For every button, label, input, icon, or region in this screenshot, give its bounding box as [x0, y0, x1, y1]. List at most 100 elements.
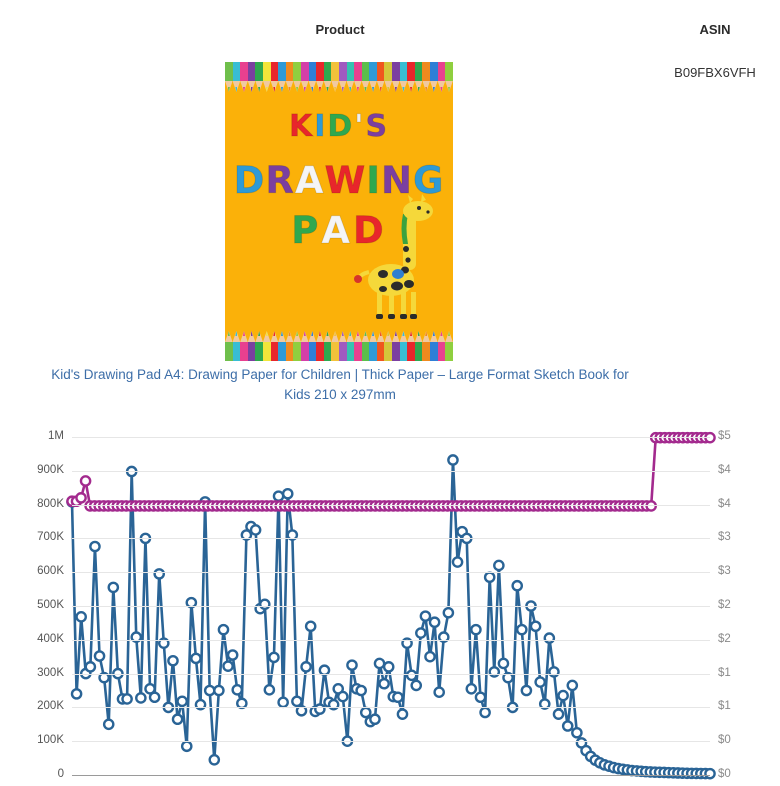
- pencil-icon: [407, 62, 415, 92]
- y-axis-left-tick: 300K: [37, 667, 64, 679]
- pencil-icon: [430, 62, 438, 92]
- series-marker: [93, 650, 106, 662]
- pencil-icon: [392, 62, 400, 92]
- pencil-icon: [308, 62, 317, 92]
- series-marker: [135, 692, 147, 704]
- book-cover-art: KID'S DRAWING PAD: [225, 62, 453, 361]
- y-axis-right-tick: $3: [718, 565, 731, 577]
- y-axis-left-tick: 0: [57, 768, 64, 780]
- y-axis-left-tick: 800K: [37, 498, 64, 510]
- series-marker: [359, 706, 372, 719]
- y-axis-right-tick: $0: [718, 734, 731, 746]
- series-marker: [465, 683, 478, 695]
- series-marker: [571, 726, 583, 739]
- table-header-row: Product ASIN: [0, 0, 780, 44]
- series-marker: [249, 524, 262, 536]
- series-marker: [382, 661, 395, 673]
- series-marker: [488, 666, 501, 678]
- pencil-icon: [232, 331, 241, 361]
- pencil-icon: [262, 331, 271, 361]
- pencil-icon: [270, 62, 279, 92]
- pencil-row-top-icon: [225, 62, 453, 92]
- series-marker: [548, 666, 560, 678]
- series-marker: [268, 651, 280, 664]
- pencil-icon: [240, 331, 248, 361]
- pencil-icon: [270, 331, 279, 361]
- pencil-icon: [414, 331, 423, 361]
- pencil-icon: [247, 62, 256, 92]
- y-axis-left-tick: 900K: [37, 464, 64, 476]
- series-marker: [272, 490, 285, 502]
- pencil-icon: [225, 331, 233, 361]
- series-marker: [511, 579, 524, 592]
- asin-value: B09FBX6VFH: [674, 65, 756, 80]
- pencil-icon: [278, 62, 286, 92]
- pencil-icon: [422, 331, 431, 361]
- series-marker: [516, 623, 528, 636]
- chart-gridline: [72, 471, 710, 472]
- y-axis-left-tick: 400K: [37, 633, 64, 645]
- pencil-icon: [445, 331, 453, 361]
- chart-gridline: [72, 741, 710, 742]
- series-marker: [410, 679, 423, 692]
- pencil-row-bottom-icon: [225, 331, 453, 361]
- pencil-icon: [308, 331, 317, 361]
- pencil-icon: [369, 62, 377, 92]
- product-title-link[interactable]: Kid's Drawing Pad A4: Drawing Paper for …: [40, 365, 640, 405]
- pencil-icon: [407, 331, 415, 361]
- chart-gridline: [72, 606, 710, 607]
- pencil-icon: [247, 331, 256, 361]
- chart-gridline: [72, 505, 710, 506]
- series-marker: [190, 652, 202, 665]
- series-marker: [107, 581, 120, 594]
- series-marker: [304, 620, 317, 633]
- series-marker: [258, 598, 271, 611]
- product-image[interactable]: KID'S DRAWING PAD: [225, 62, 453, 361]
- pencil-icon: [437, 62, 446, 92]
- y-axis-left-tick: 500K: [37, 599, 64, 611]
- series-marker: [520, 684, 533, 697]
- series-marker: [208, 753, 221, 766]
- series-marker: [552, 708, 565, 720]
- chart-gridline: [72, 674, 710, 675]
- pencil-icon: [414, 62, 423, 92]
- series-marker: [217, 623, 230, 636]
- pencil-icon: [392, 331, 400, 361]
- pencil-icon: [293, 331, 301, 361]
- series-marker: [121, 693, 133, 705]
- series-marker: [497, 657, 510, 670]
- giraffe-icon: [354, 194, 433, 319]
- series-marker: [392, 691, 404, 704]
- pencil-icon: [323, 62, 332, 92]
- pencil-icon: [430, 331, 438, 361]
- series-marker: [566, 679, 579, 692]
- pencil-icon: [445, 62, 453, 92]
- y-axis-right-tick: $1: [718, 667, 731, 679]
- pencil-icon: [437, 331, 446, 361]
- pencil-icon: [384, 62, 393, 92]
- pencil-icon: [262, 62, 271, 92]
- series-marker: [346, 659, 358, 671]
- series-marker: [226, 649, 239, 661]
- pencil-icon: [354, 62, 362, 92]
- pencil-icon: [399, 62, 408, 92]
- chart-gridline: [72, 538, 710, 539]
- pencil-icon: [346, 62, 355, 92]
- sales-rank-price-chart: 1M $5 900K $4 800K $4 700K $3 600K $3 500K $2 400K $2…: [0, 420, 780, 786]
- pencil-icon: [293, 62, 301, 92]
- chart-gridline: [72, 707, 710, 708]
- y-axis-left-tick: 200K: [37, 700, 64, 712]
- pencil-icon: [285, 331, 294, 361]
- y-axis-left-tick: 700K: [37, 531, 64, 543]
- series-marker: [543, 632, 556, 644]
- series-marker: [180, 740, 193, 753]
- y-axis-right-tick: $2: [718, 633, 731, 645]
- series-marker: [314, 703, 326, 715]
- pencil-icon: [338, 62, 347, 92]
- chart-gridline: [72, 437, 710, 438]
- series-marker: [415, 627, 427, 639]
- series-marker: [483, 571, 496, 584]
- series-marker: [70, 688, 83, 700]
- cover-text-line1: KID'S: [288, 109, 390, 144]
- pencil-icon: [361, 331, 370, 361]
